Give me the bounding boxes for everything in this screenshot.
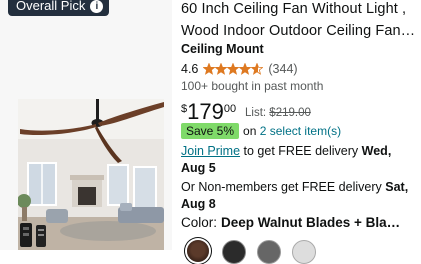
star-icons <box>203 63 264 75</box>
price-fraction: 00 <box>223 103 237 115</box>
color-selector: Color: Deep Walnut Blades + Bla… <box>181 215 400 230</box>
color-swatch-black[interactable] <box>222 240 246 264</box>
list-price: List: $219.00 <box>245 107 311 119</box>
savings-row: Save 5% on 2 select item(s) <box>181 123 341 139</box>
savings-text: on 2 select item(s) <box>243 124 341 138</box>
overall-pick-badge: Overall Pick i <box>8 0 110 16</box>
color-swatch-gray[interactable] <box>257 240 281 264</box>
product-brand[interactable]: Ceiling Mount <box>181 42 264 56</box>
product-title[interactable]: 60 Inch Ceiling Fan Without Light , Wood… <box>181 0 417 42</box>
info-icon[interactable]: i <box>90 0 104 13</box>
rating-row[interactable]: 4.6 (344) <box>181 62 298 76</box>
prime-delivery: Join Prime to get FREE delivery Wed, Aug… <box>181 143 416 177</box>
savings-prefix: on <box>243 124 257 138</box>
join-prime-link[interactable]: Join Prime <box>181 144 240 158</box>
rating-value: 4.6 <box>181 62 199 76</box>
non-member-delivery: Or Non-members get FREE delivery Sat, Au… <box>181 179 416 213</box>
product-photo[interactable] <box>18 99 164 250</box>
color-value: Deep Walnut Blades + Bla… <box>221 215 401 230</box>
save-badge: Save 5% <box>181 123 240 139</box>
select-items-link[interactable]: 2 select item(s) <box>260 124 341 138</box>
color-swatch-walnut[interactable] <box>187 240 209 262</box>
bought-in-past-month: 100+ bought in past month <box>181 79 324 93</box>
rating-count[interactable]: (344) <box>268 62 297 76</box>
star-rating[interactable] <box>203 63 264 75</box>
color-swatch-light[interactable] <box>292 240 316 264</box>
price-whole: 179 <box>187 99 224 124</box>
price: $ 179 00 <box>181 100 236 124</box>
ceiling-fan-room-image <box>18 99 164 250</box>
prime-delivery-text: to get FREE delivery <box>243 144 359 158</box>
list-price-value: $219.00 <box>269 107 311 119</box>
badge-label: Overall Pick <box>16 0 86 13</box>
list-price-label: List: <box>245 107 267 119</box>
color-label: Color: <box>181 215 218 230</box>
non-member-text: Or Non-members get FREE delivery <box>181 180 382 194</box>
